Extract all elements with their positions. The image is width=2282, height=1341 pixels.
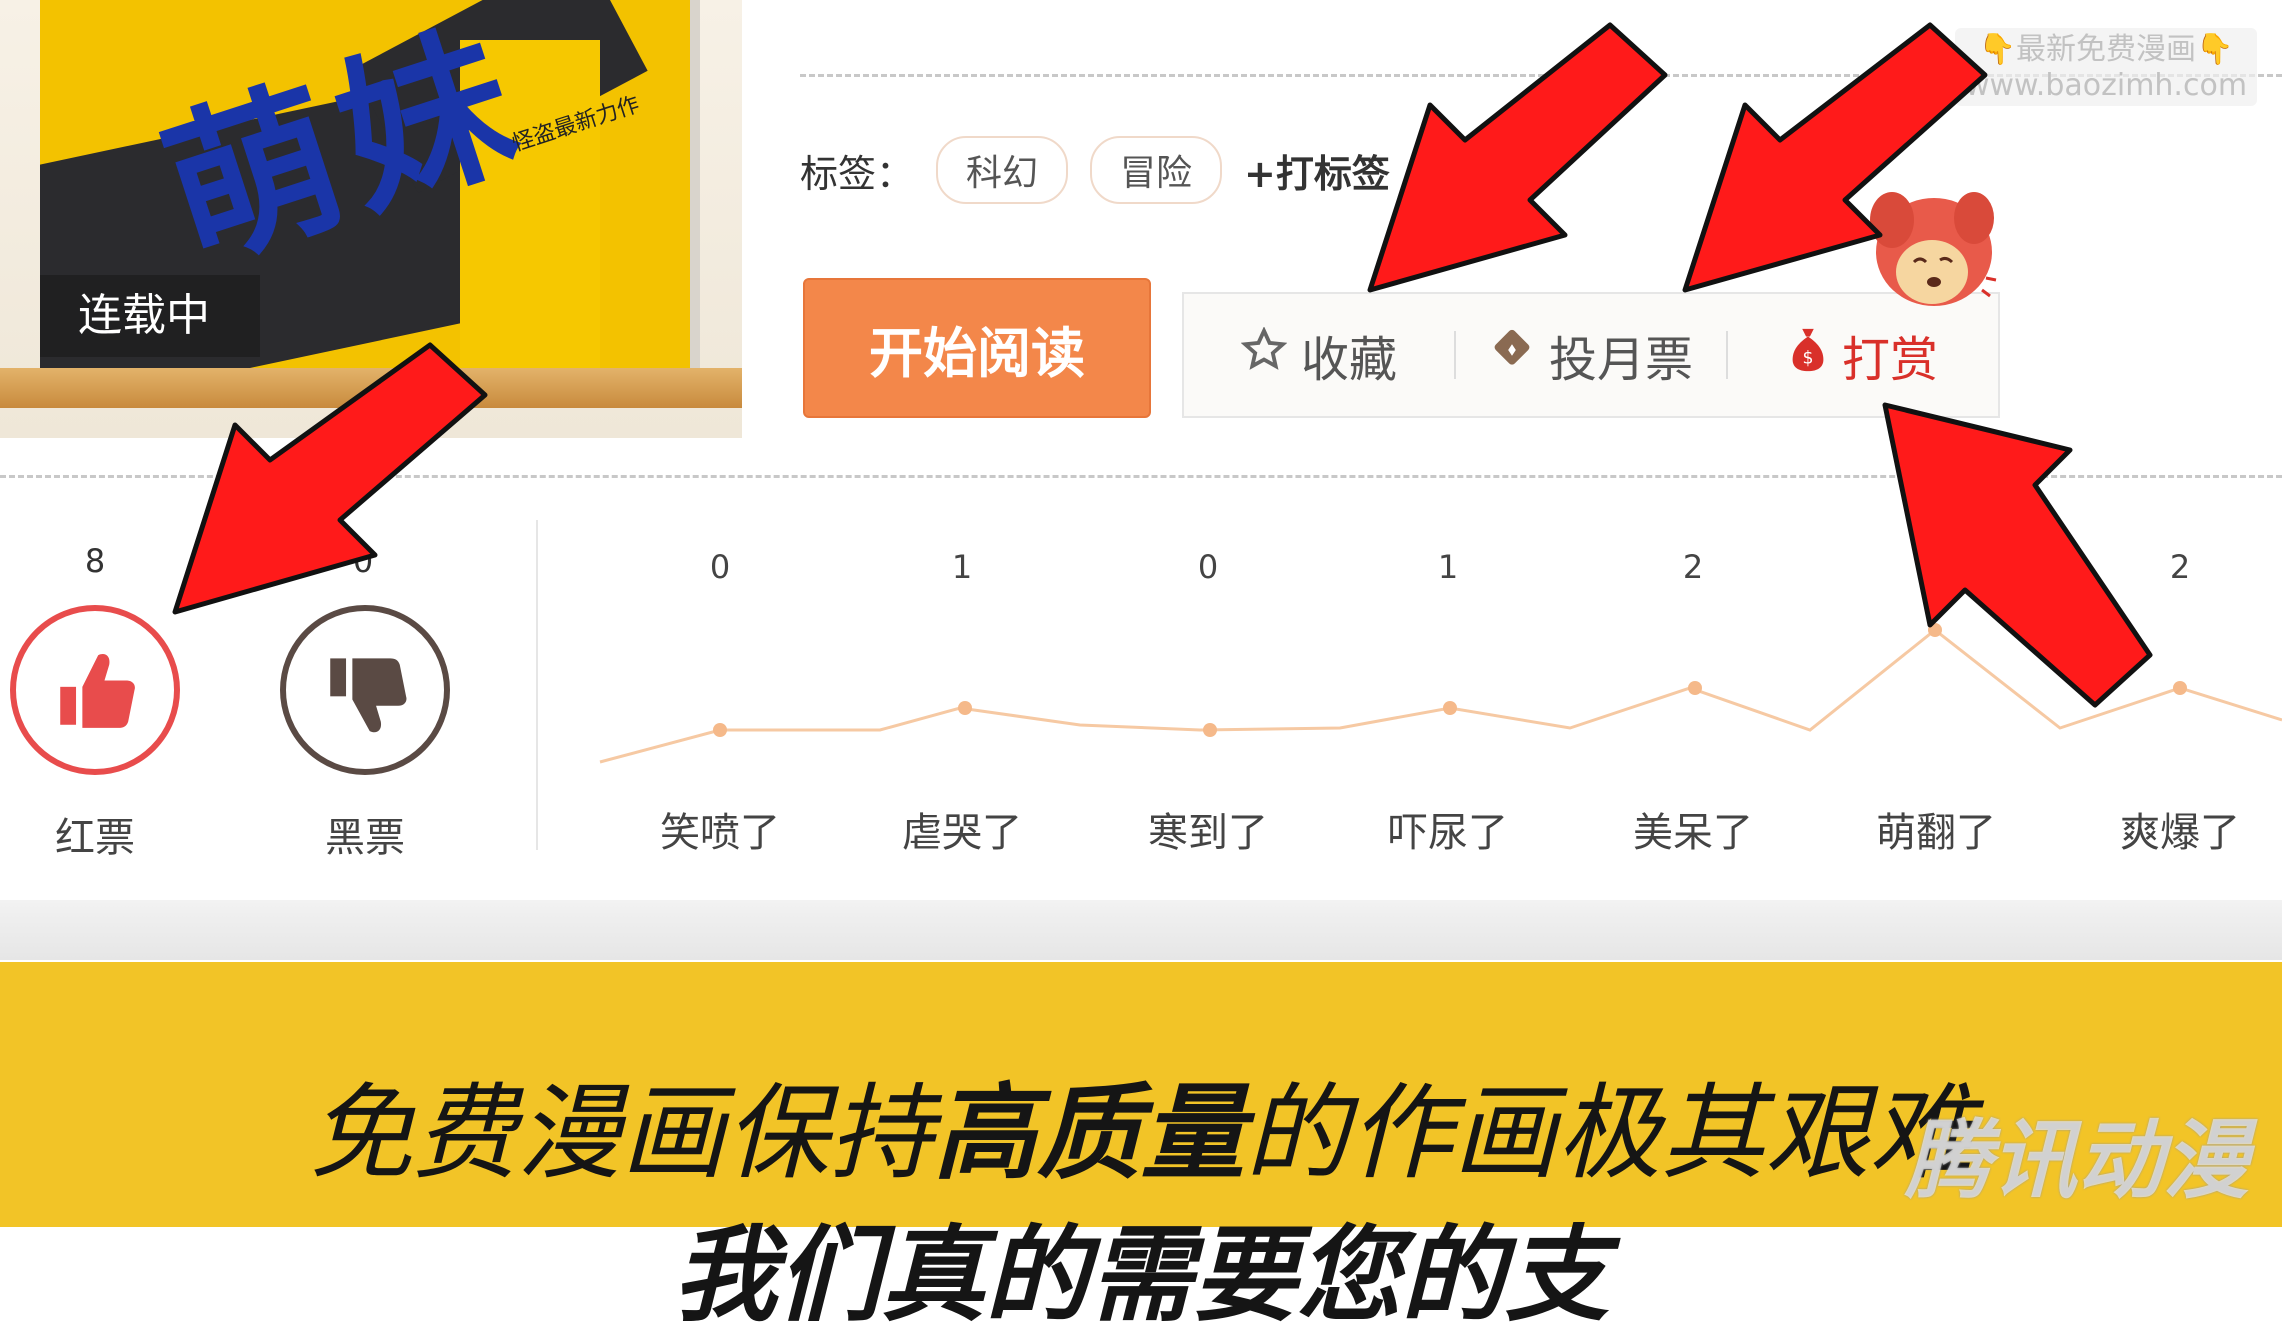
cover-shelf <box>0 368 742 408</box>
monthly-ticket-label: 投月票 <box>1548 332 1693 388</box>
comic-cover[interactable]: 萌妹 怪盗最新力作 连载中 <box>0 0 742 438</box>
emotion-label-cute[interactable]: 萌翻了 <box>1826 800 2046 858</box>
emotion-label-cry[interactable]: 虐哭了 <box>852 800 1072 858</box>
ticket-icon <box>1489 327 1535 384</box>
chart-point <box>713 723 727 737</box>
star-icon <box>1240 325 1288 384</box>
watermark-url: www.baozimh.com <box>1964 68 2248 103</box>
emotion-label-scared[interactable]: 吓尿了 <box>1338 800 1558 858</box>
red-vote-count: 8 <box>84 542 106 580</box>
chart-point <box>958 701 972 715</box>
tags-row: 标签： 科幻 冒险 +打标签 <box>800 136 1390 204</box>
start-reading-button[interactable]: 开始阅读 <box>803 278 1151 418</box>
chart-point <box>2173 681 2187 695</box>
add-tag-link[interactable]: +打标签 <box>1244 143 1390 198</box>
emotion-count-awesome: 2 <box>2169 548 2191 586</box>
emotion-label-laugh[interactable]: 笑喷了 <box>610 800 830 858</box>
svg-text:$: $ <box>1802 348 1813 368</box>
tags-label: 标签： <box>800 151 915 196</box>
favorite-label: 收藏 <box>1300 332 1397 388</box>
tag-scifi[interactable]: 科幻 <box>936 136 1069 204</box>
serialization-status-badge: 连载中 <box>40 275 260 357</box>
emotion-label-awesome[interactable]: 爽爆了 <box>2070 800 2282 858</box>
emotion-count-stunned: 2 <box>1682 548 1704 586</box>
site-watermark: 👇最新免费漫画👇 www.baozimh.com <box>1955 28 2257 106</box>
chart-point <box>1928 623 1942 637</box>
mascot-dog-illustration <box>1862 180 2012 330</box>
black-vote-count: 0 <box>352 542 374 580</box>
thumbs-up-icon <box>60 654 135 728</box>
chart-point <box>1203 723 1217 737</box>
emotion-label-chill[interactable]: 寒到了 <box>1098 800 1318 858</box>
divider-middle <box>0 475 2282 478</box>
red-vote-button[interactable] <box>10 605 180 775</box>
publisher-watermark: 腾讯动漫 <box>1905 1111 2249 1211</box>
tag-adventure[interactable]: 冒险 <box>1090 136 1223 204</box>
emotion-count-scared: 1 <box>1437 548 1459 586</box>
black-vote-label: 黑票 <box>325 815 405 861</box>
chart-point <box>1688 681 1702 695</box>
vote-divider <box>536 520 538 850</box>
emotion-count-laugh: 0 <box>709 548 731 586</box>
section-footer-strip <box>0 900 2282 960</box>
emotion-label-stunned[interactable]: 美呆了 <box>1583 800 1803 858</box>
watermark-line1: 👇最新免费漫画👇 <box>1978 32 2234 67</box>
money-bag-icon: $ <box>1788 325 1828 386</box>
favorite-button[interactable]: 收藏 <box>1184 294 1454 416</box>
monthly-ticket-button[interactable]: 投月票 <box>1456 294 1726 416</box>
reward-label: 打赏 <box>1841 332 1938 388</box>
emotion-count-cry: 1 <box>951 548 973 586</box>
emotion-trend-line <box>599 623 2282 764</box>
red-vote-label: 红票 <box>55 815 135 861</box>
thumbs-down-icon <box>330 658 407 733</box>
black-vote-button[interactable] <box>280 605 450 775</box>
arrow-to-favorite <box>1367 22 1668 293</box>
chart-point <box>1443 701 1457 715</box>
emotion-count-chill: 0 <box>1197 548 1219 586</box>
